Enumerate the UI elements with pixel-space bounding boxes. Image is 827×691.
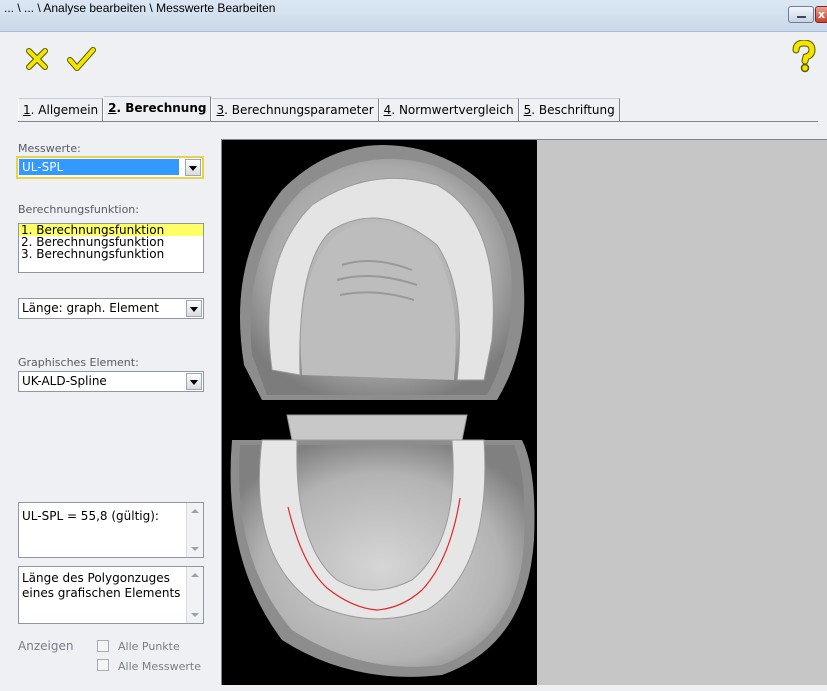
tab-label: . Berechnung (116, 101, 207, 115)
alle-messwerte-label: Alle Messwerte (118, 660, 201, 673)
messwerte-select[interactable]: UL-SPL (16, 156, 204, 179)
close-icon: x (818, 8, 826, 21)
alle-punkte-label: Alle Punkte (118, 640, 180, 653)
window-title: ... \ ... \ Analyse bearbeiten \ Messwer… (4, 1, 276, 15)
tab-accelerator: 3 (216, 103, 225, 117)
scroll-up-icon[interactable] (191, 509, 199, 513)
tab-allgemein[interactable]: 1. Allgemein (18, 98, 104, 121)
cancel-button[interactable] (26, 48, 48, 70)
scrollbar[interactable] (186, 503, 203, 557)
tab-bar: 1. Allgemein 2. Berechnung 3. Berechnung… (18, 96, 620, 122)
toolbar (0, 32, 827, 88)
chevron-down-icon[interactable] (185, 159, 201, 176)
description-memo[interactable]: Länge des Polygonzuges eines grafischen … (18, 566, 204, 624)
minimize-icon (797, 16, 806, 18)
anzeigen-label: Anzeigen (18, 639, 74, 653)
tab-label: . Normwertvergleich (391, 103, 514, 117)
dental-cast-drawing (222, 145, 537, 677)
graphisches-element-label: Graphisches Element: (18, 356, 139, 369)
berechnungsfunktion-label: Berechnungsfunktion: (18, 203, 139, 216)
tab-normwertvergleich[interactable]: 4. Normwertvergleich (378, 98, 519, 121)
scroll-down-icon[interactable] (191, 547, 199, 551)
laenge-value: Länge: graph. Element (22, 301, 159, 315)
tab-label: . Allgemein (30, 103, 99, 117)
confirm-button[interactable] (66, 46, 96, 72)
tab-divider (18, 121, 818, 122)
cancel-x-icon (26, 48, 48, 70)
checkmark-icon (67, 47, 96, 71)
scroll-down-icon[interactable] (191, 613, 199, 617)
graphisches-element-value: UK-ALD-Spline (22, 374, 107, 388)
messwerte-value: UL-SPL (19, 159, 179, 175)
list-item[interactable]: 3. Berechnungsfunktion (19, 248, 203, 260)
dental-model-image[interactable] (222, 140, 537, 685)
scrollbar[interactable] (186, 567, 203, 623)
help-question-icon (792, 40, 816, 73)
tab-berechnung[interactable]: 2. Berechnung (103, 96, 212, 122)
close-button[interactable]: x (815, 6, 827, 23)
chevron-down-icon[interactable] (186, 300, 202, 317)
tab-accelerator: 2 (108, 101, 117, 115)
berechnungsfunktion-list[interactable]: 1. Berechnungsfunktion 2. Berechnungsfun… (18, 223, 204, 273)
chevron-down-icon[interactable] (186, 373, 202, 390)
result-memo[interactable]: UL-SPL = 55,8 (gültig): (18, 502, 204, 558)
image-background (537, 140, 827, 685)
laenge-select[interactable]: Länge: graph. Element (18, 298, 204, 319)
title-bar: ... \ ... \ Analyse bearbeiten \ Messwer… (0, 0, 827, 32)
tab-label: . Beschriftung (531, 103, 615, 117)
tab-accelerator: 1 (23, 103, 31, 117)
scroll-up-icon[interactable] (191, 573, 199, 577)
tab-label: . Berechnungsparameter (224, 103, 374, 117)
alle-punkte-checkbox[interactable] (97, 640, 109, 652)
result-text: UL-SPL = 55,8 (gültig): (22, 509, 159, 523)
messwerte-label: Messwerte: (18, 142, 81, 155)
minimize-button[interactable] (788, 6, 814, 23)
graphisches-element-select[interactable]: UK-ALD-Spline (18, 371, 204, 392)
tab-beschriftung[interactable]: 5. Beschriftung (518, 98, 620, 121)
description-text: Länge des Polygonzuges eines grafischen … (22, 571, 181, 600)
tab-berechnungsparameter[interactable]: 3. Berechnungsparameter (211, 98, 379, 121)
help-button[interactable] (791, 40, 817, 74)
alle-messwerte-checkbox[interactable] (97, 659, 109, 671)
